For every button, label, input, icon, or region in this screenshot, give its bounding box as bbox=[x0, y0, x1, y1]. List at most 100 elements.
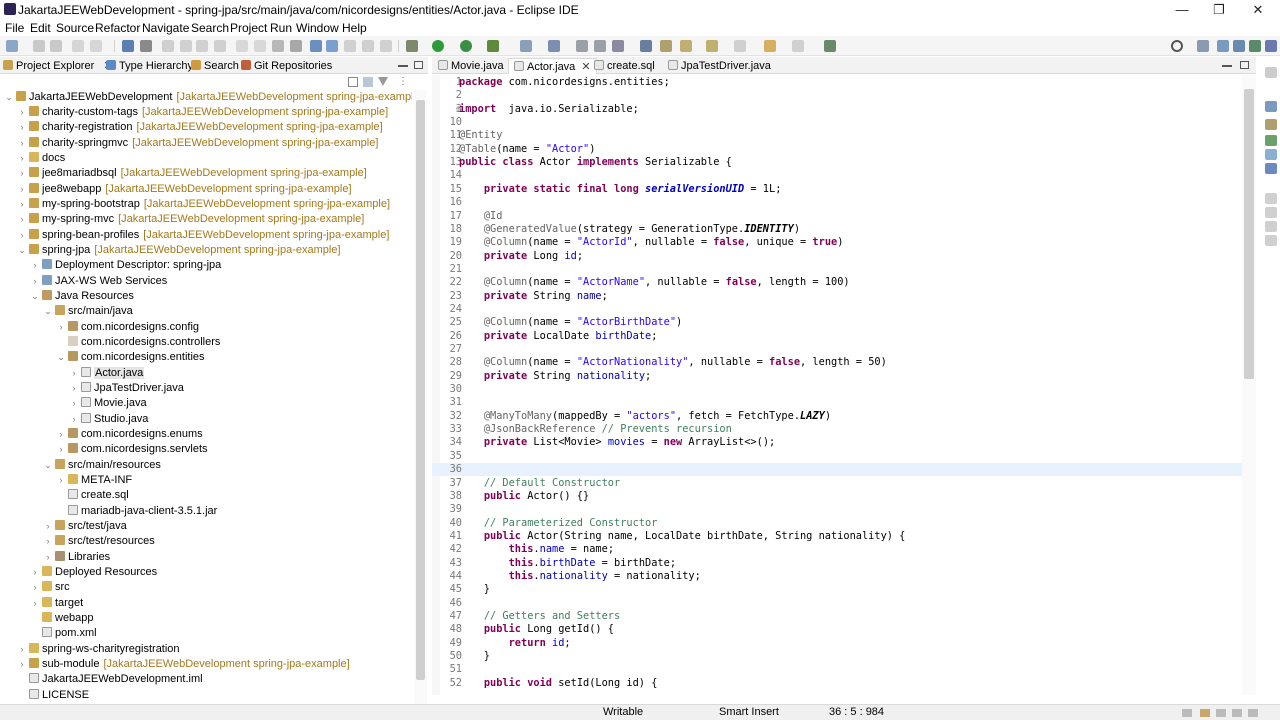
code-line[interactable]: 26 private LocalDate birthDate; bbox=[432, 330, 1242, 343]
forward-icon[interactable] bbox=[734, 40, 746, 52]
code-line[interactable]: 2 bbox=[432, 89, 1242, 102]
resume-icon[interactable] bbox=[162, 40, 174, 52]
restore-icon[interactable] bbox=[1265, 67, 1277, 78]
expand-icon[interactable]: › bbox=[17, 136, 27, 151]
code-line[interactable]: 35 bbox=[432, 450, 1242, 463]
collapse-icon[interactable]: ⌄ bbox=[17, 243, 27, 258]
tree-item-create-sql[interactable]: create.sql bbox=[0, 488, 129, 503]
tree-item-jpatestdriver-java[interactable]: › JpaTestDriver.java bbox=[0, 381, 184, 396]
open-web-browser-icon[interactable] bbox=[594, 40, 606, 52]
tree-item-src-main-resources[interactable]: ⌄ src/main/resources bbox=[0, 458, 161, 473]
code-line[interactable]: 51 bbox=[432, 663, 1242, 676]
tree-item-docs[interactable]: › docs bbox=[0, 151, 65, 166]
code-line[interactable]: 44 this.nationality = nationality; bbox=[432, 570, 1242, 583]
expand-icon[interactable]: › bbox=[69, 381, 79, 396]
tree-item-package-entities[interactable]: ⌄ com.nicordesigns.entities bbox=[0, 350, 205, 365]
tab-jpatestdriver-java[interactable]: JpaTestDriver.java bbox=[664, 58, 775, 74]
code-line[interactable]: 1 package com.nicordesigns.entities; bbox=[432, 76, 1242, 89]
close-window-button[interactable]: ✕ bbox=[1240, 0, 1276, 20]
code-line[interactable]: 39 bbox=[432, 503, 1242, 516]
expand-icon[interactable]: › bbox=[17, 642, 27, 657]
expand-icon[interactable]: › bbox=[17, 228, 27, 243]
java-ee-perspective-icon[interactable] bbox=[1217, 40, 1229, 52]
tree-item-charity-springmvc[interactable]: › charity-springmvc [JakartaJEEWebDevelopm… bbox=[0, 136, 378, 151]
tree-item-pom-xml[interactable]: pom.xml bbox=[0, 626, 97, 641]
step-into-icon[interactable] bbox=[236, 40, 248, 52]
tree-item-package-enums[interactable]: › com.nicordesigns.enums bbox=[0, 427, 203, 442]
code-line[interactable]: 37 // Default Constructor bbox=[432, 477, 1242, 490]
code-line[interactable]: 38 public Actor() {} bbox=[432, 490, 1242, 503]
tree-item-jax-ws-web-services[interactable]: › JAX-WS Web Services bbox=[0, 274, 167, 289]
code-line[interactable]: 18 @GeneratedValue(strategy = Generation… bbox=[432, 223, 1242, 236]
tree-item-iml-file[interactable]: JakartaJEEWebDevelopment.iml bbox=[0, 672, 203, 687]
open-task-icon[interactable] bbox=[576, 40, 588, 52]
filter-icon[interactable] bbox=[378, 77, 388, 87]
code-line[interactable]: 20 private Long id; bbox=[432, 250, 1242, 263]
tree-item-spring-jpa[interactable]: ⌄ spring-jpa [JakartaJEEWebDevelopment spr… bbox=[0, 243, 341, 258]
navigate-forward-icon[interactable] bbox=[792, 40, 804, 52]
suspend-icon[interactable] bbox=[180, 40, 192, 52]
expand-icon[interactable]: › bbox=[56, 320, 66, 335]
menu-help[interactable]: Help bbox=[342, 21, 367, 35]
back-icon[interactable] bbox=[706, 40, 718, 52]
search-icon[interactable] bbox=[1171, 40, 1183, 52]
snippets-icon[interactable] bbox=[1265, 221, 1277, 232]
link-with-editor-icon[interactable] bbox=[363, 77, 373, 87]
code-line[interactable]: 36 bbox=[432, 463, 1242, 477]
code-line[interactable]: 15 private static final long serialVersi… bbox=[432, 183, 1242, 196]
tree-item-movie-java[interactable]: › Movie.java bbox=[0, 396, 147, 411]
code-line[interactable]: 46 bbox=[432, 597, 1242, 610]
code-line[interactable]: 21 bbox=[432, 263, 1242, 276]
code-line[interactable]: 24 bbox=[432, 303, 1242, 316]
toggle-block-selection-icon[interactable] bbox=[344, 40, 356, 52]
debug-step-icon[interactable] bbox=[140, 40, 152, 52]
code-line[interactable]: 22 @Column(name = "ActorName", nullable … bbox=[432, 276, 1242, 289]
expand-icon[interactable]: › bbox=[17, 166, 27, 181]
new-class-icon[interactable] bbox=[548, 40, 560, 52]
expand-icon[interactable]: › bbox=[30, 580, 40, 595]
tree-item-target[interactable]: › target bbox=[0, 596, 83, 611]
tree-item-jee8mariadbsql[interactable]: › jee8mariadbsql [JakartaJEEWebDevelopment… bbox=[0, 166, 367, 181]
tree-item-deployment-descriptor[interactable]: › Deployment Descriptor: spring-jpa bbox=[0, 258, 221, 273]
editor-scroll-thumb[interactable] bbox=[1244, 89, 1254, 379]
tree-item-package-controllers[interactable]: com.nicordesigns.controllers bbox=[0, 335, 220, 350]
search-tool-icon[interactable] bbox=[612, 40, 624, 52]
expand-icon[interactable]: › bbox=[56, 442, 66, 457]
tab-type-hierarchy[interactable]: Type Hierarchy bbox=[106, 58, 193, 74]
code-line[interactable]: 45 } bbox=[432, 583, 1242, 596]
code-line[interactable]: 3 ⊕ import java.io.Serializable; bbox=[432, 103, 1242, 116]
expand-icon[interactable]: › bbox=[30, 596, 40, 611]
menu-refactor[interactable]: Refactor bbox=[95, 21, 140, 35]
data-source-icon[interactable] bbox=[1265, 149, 1277, 160]
undo-icon[interactable] bbox=[72, 40, 84, 52]
minimize-button[interactable]: — bbox=[1164, 0, 1200, 20]
code-line[interactable]: 40 // Parameterized Constructor bbox=[432, 517, 1242, 530]
step-over-icon[interactable] bbox=[254, 40, 266, 52]
menu-search[interactable]: Search bbox=[191, 21, 229, 35]
tree-item-src-test-java[interactable]: › src/test/java bbox=[0, 519, 127, 534]
collapse-icon[interactable]: ⌄ bbox=[43, 304, 53, 319]
tree-item-package-servlets[interactable]: › com.nicordesigns.servlets bbox=[0, 442, 208, 457]
code-line[interactable]: 12 @Table(name = "Actor") bbox=[432, 143, 1242, 156]
expand-icon[interactable]: › bbox=[17, 197, 27, 212]
maximize-view-icon[interactable] bbox=[1240, 61, 1249, 69]
previous-annotation-icon[interactable] bbox=[660, 40, 672, 52]
code-line[interactable]: 30 bbox=[432, 383, 1242, 396]
redo-icon[interactable] bbox=[90, 40, 102, 52]
debug-perspective-icon[interactable] bbox=[1265, 40, 1277, 52]
code-line[interactable]: 19 @Column(name = "ActorId", nullable = … bbox=[432, 236, 1242, 249]
code-line[interactable]: 34 private List<Movie> movies = new Arra… bbox=[432, 436, 1242, 449]
new-icon[interactable] bbox=[6, 40, 18, 52]
expand-icon[interactable]: › bbox=[17, 151, 27, 166]
console-icon[interactable] bbox=[1265, 193, 1277, 204]
problems-icon[interactable] bbox=[1265, 163, 1277, 174]
terminal-icon[interactable] bbox=[122, 40, 134, 52]
expand-icon[interactable]: › bbox=[17, 212, 27, 227]
run-icon[interactable] bbox=[432, 40, 444, 52]
save-all-icon[interactable] bbox=[50, 40, 62, 52]
code-line[interactable]: 10 bbox=[432, 116, 1242, 129]
tree-item-sub-module[interactable]: › sub-module [JakartaJEEWebDevelopment spr… bbox=[0, 657, 350, 672]
expand-icon[interactable]: › bbox=[17, 105, 27, 120]
expand-icon[interactable]: › bbox=[30, 274, 40, 289]
properties-icon[interactable] bbox=[1265, 207, 1277, 218]
